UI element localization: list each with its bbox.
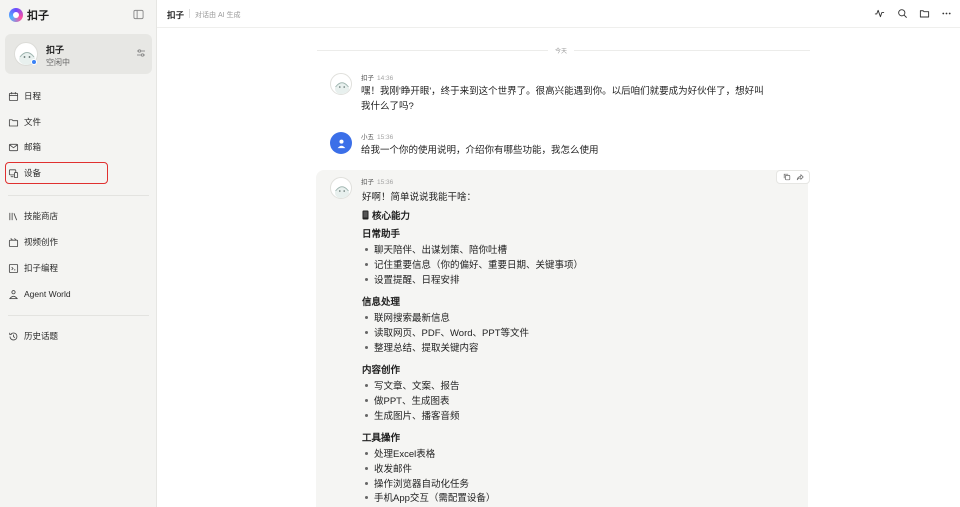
sidebar-divider bbox=[8, 195, 149, 196]
list-item: 整理总结、提取关键内容 bbox=[362, 340, 479, 354]
code-icon bbox=[8, 263, 19, 273]
topbar: 扣子 对话由 AI 生成 bbox=[157, 0, 960, 28]
list-item: 做PPT、生成图表 bbox=[362, 393, 449, 407]
bot-avatar bbox=[330, 177, 352, 199]
sidebar-item-coding[interactable]: 扣子编程 bbox=[8, 260, 58, 276]
list-item: 设置提醒、日程安排 bbox=[362, 272, 460, 286]
sidebar-item-schedule[interactable]: 日程 bbox=[8, 88, 41, 104]
sidebar-toggle-icon[interactable] bbox=[133, 9, 144, 20]
folder-icon bbox=[8, 118, 19, 126]
list-item: 记住重要信息（你的偏好、重要日期、关键事项） bbox=[362, 257, 583, 271]
user-icon bbox=[337, 139, 345, 148]
list-item: 手机App交互（需配置设备） bbox=[362, 490, 495, 504]
list-item: 写文章、文案、报告 bbox=[362, 378, 460, 392]
brand-name: 扣子 bbox=[27, 10, 49, 22]
bot-avatar bbox=[330, 73, 352, 95]
section-title: 工具操作 bbox=[362, 433, 401, 444]
message-meta: 扣子 15:36 bbox=[361, 176, 393, 186]
share-icon[interactable] bbox=[796, 173, 804, 181]
sidebar: 扣子 扣子 空闲中 日程 文件 邮箱 设备 技能商店 视频创作 扣子编程 Age… bbox=[0, 0, 157, 507]
sidebar-item-mail[interactable]: 邮箱 bbox=[8, 139, 41, 155]
message-line: 给我一个你的使用说明，介绍你有哪些功能，我怎么使用 bbox=[361, 145, 599, 156]
sender-name: 扣子 bbox=[361, 75, 374, 82]
message-time: 15:36 bbox=[377, 179, 394, 186]
message-actions bbox=[776, 170, 810, 184]
sender-name: 扣子 bbox=[361, 179, 374, 186]
message-meta: 扣子 14:36 bbox=[361, 72, 393, 82]
section-title: 信息处理 bbox=[362, 297, 401, 308]
list-item: 联网搜索最新信息 bbox=[362, 310, 450, 324]
coze-logo-icon bbox=[9, 8, 23, 22]
sidebar-item-label: 历史话题 bbox=[24, 331, 59, 341]
message-line: 嘿！我刚'睁开眼'，终于来到这个世界了。很高兴能遇到你。以后咱们就要成为好伙伴了… bbox=[361, 86, 764, 97]
list-item: 读取网页、PDF、Word、PPT等文件 bbox=[362, 325, 529, 339]
search-icon[interactable] bbox=[897, 8, 908, 19]
reply-intro: 好啊！简单说说我能干啥： bbox=[362, 192, 477, 203]
reply-core-heading: 核心能力 bbox=[362, 208, 410, 222]
list-item: 处理Excel表格 bbox=[362, 446, 435, 460]
video-icon bbox=[8, 237, 19, 247]
sidebar-item-video[interactable]: 视频创作 bbox=[8, 234, 58, 250]
profile-name: 扣子 bbox=[46, 45, 65, 55]
more-icon[interactable] bbox=[941, 8, 952, 19]
profile-card[interactable]: 扣子 空闲中 bbox=[5, 34, 152, 74]
sidebar-item-label: 邮箱 bbox=[24, 142, 42, 152]
message-text: 给我一个你的使用说明，介绍你有哪些功能，我怎么使用 bbox=[361, 143, 599, 158]
sidebar-item-label: 日程 bbox=[24, 91, 42, 101]
list-item: 操作浏览器自动化任务 bbox=[362, 476, 469, 490]
agent-world-icon bbox=[9, 289, 18, 299]
sidebar-item-label: 技能商店 bbox=[24, 211, 59, 221]
sidebar-item-label: 视频创作 bbox=[24, 237, 59, 247]
sidebar-item-label: 文件 bbox=[24, 117, 42, 127]
bot-avatar-icon bbox=[335, 82, 349, 94]
message-time: 14:36 bbox=[377, 75, 394, 82]
page-title: 扣子 bbox=[167, 10, 185, 20]
section-title: 日常助手 bbox=[362, 229, 401, 240]
user-avatar bbox=[330, 132, 352, 154]
online-status-dot bbox=[31, 59, 37, 65]
copy-icon[interactable] bbox=[783, 173, 791, 181]
folder-icon[interactable] bbox=[919, 8, 930, 19]
list-item: 收发邮件 bbox=[362, 461, 412, 475]
sidebar-item-skill-store[interactable]: 技能商店 bbox=[8, 208, 58, 224]
message-time: 15:36 bbox=[377, 134, 394, 141]
activity-icon[interactable] bbox=[874, 8, 885, 19]
message-meta: 小五 15:36 bbox=[361, 131, 393, 141]
message-text: 嘿！我刚'睁开眼'，终于来到这个世界了。很高兴能遇到你。以后咱们就要成为好伙伴了… bbox=[361, 84, 801, 114]
core-title: 核心能力 bbox=[372, 211, 411, 222]
date-label: 今天 bbox=[548, 46, 575, 55]
sidebar-item-label: 扣子编程 bbox=[24, 263, 59, 273]
chat-main: 扣子 对话由 AI 生成 今天 扣子 14:36 嘿！我刚'睁开眼'，终于来到这… bbox=[157, 0, 960, 507]
calendar-icon bbox=[8, 91, 19, 101]
list-item: 聊天陪伴、出谋划策、陪你吐槽 bbox=[362, 242, 507, 256]
sidebar-item-files[interactable]: 文件 bbox=[8, 114, 41, 130]
brand[interactable]: 扣子 bbox=[9, 7, 49, 23]
list-item: 生成图片、播客音频 bbox=[362, 408, 460, 422]
app-window: 扣子 扣子 空闲中 日程 文件 邮箱 设备 技能商店 视频创作 扣子编程 Age… bbox=[0, 0, 960, 507]
sidebar-item-agent-world[interactable]: Agent World bbox=[8, 286, 71, 302]
sender-name: 小五 bbox=[361, 134, 374, 141]
section-title: 内容创作 bbox=[362, 365, 401, 376]
store-icon bbox=[9, 212, 18, 220]
sidebar-item-label: Agent World bbox=[24, 289, 71, 299]
profile-status: 空闲中 bbox=[46, 58, 70, 67]
settings-sliders-icon[interactable] bbox=[136, 48, 146, 58]
ai-disclaimer: 对话由 AI 生成 bbox=[195, 12, 241, 19]
mail-icon bbox=[8, 143, 19, 151]
sidebar-item-history[interactable]: 历史话题 bbox=[8, 328, 58, 344]
phone-icon bbox=[362, 210, 369, 220]
history-icon bbox=[9, 332, 18, 340]
sidebar-divider bbox=[8, 315, 149, 316]
title-separator bbox=[189, 9, 190, 18]
message-line: 我什么了吗? bbox=[361, 101, 414, 112]
devices-highlight-box bbox=[5, 162, 108, 184]
